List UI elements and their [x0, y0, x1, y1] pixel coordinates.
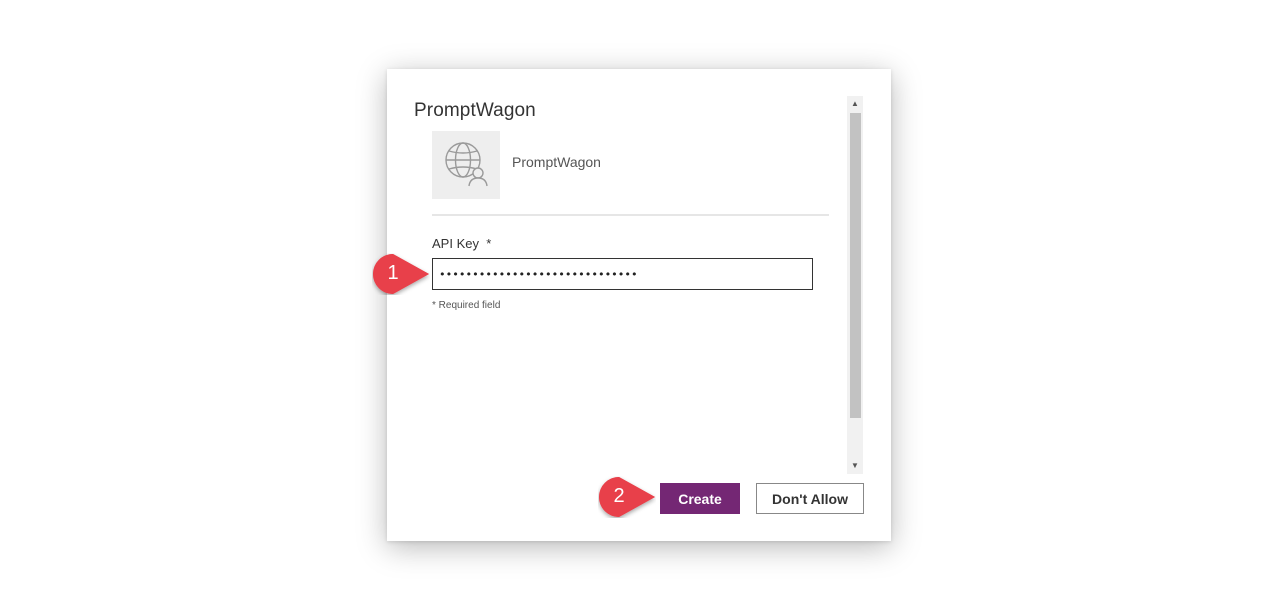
page-background: PromptWagon PromptWagon API Key * * Requ…	[0, 0, 1278, 609]
api-key-label: API Key *	[432, 236, 492, 251]
api-key-input[interactable]	[432, 258, 813, 290]
connector-icon-tile	[432, 131, 500, 199]
scroll-thumb[interactable]	[850, 113, 861, 418]
connector-name: PromptWagon	[512, 154, 601, 170]
required-field-note: * Required field	[432, 300, 501, 311]
step-1-callout: 1	[372, 253, 430, 295]
divider	[432, 214, 829, 216]
create-connection-dialog: PromptWagon PromptWagon API Key * * Requ…	[387, 69, 891, 541]
step-2-callout: 2	[598, 476, 656, 518]
dialog-scrollbar[interactable]: ▲ ▼	[847, 96, 863, 474]
scroll-down-arrow-icon[interactable]: ▼	[847, 458, 863, 474]
scroll-up-arrow-icon[interactable]: ▲	[847, 96, 863, 112]
dont-allow-button[interactable]: Don't Allow	[756, 483, 864, 514]
step-2-number: 2	[613, 485, 625, 507]
step-1-number: 1	[387, 262, 399, 284]
create-button[interactable]: Create	[660, 483, 740, 514]
dialog-title: PromptWagon	[414, 100, 536, 121]
